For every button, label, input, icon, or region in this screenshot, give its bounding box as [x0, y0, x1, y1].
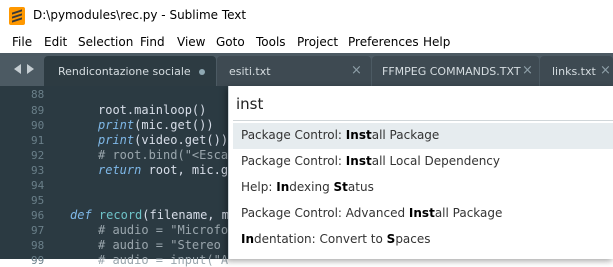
- tab-label: FFMPEG COMMANDS.TXT: [382, 65, 521, 78]
- window-title: D:\pymodules\rec.py - Sublime Text: [33, 8, 247, 22]
- code-line: # audio = "Stereo M: [98, 238, 235, 252]
- line-number-gutter: 88 89 90 91 92 93 94 95 96 97 98 99: [0, 86, 60, 267]
- dirty-dot-icon: [199, 69, 205, 75]
- palette-item-label: Package Control: Advanced Install Packag…: [241, 206, 503, 220]
- code-comment: # audio = "Stereo M: [98, 238, 236, 252]
- line-number: 92: [31, 149, 45, 162]
- line-number: 89: [31, 104, 45, 117]
- menu-goto[interactable]: Goto: [216, 35, 245, 49]
- tab-label: links.txt: [552, 65, 596, 78]
- close-icon[interactable]: ×: [351, 63, 362, 78]
- palette-item[interactable]: Indentation: Convert to Spaces: [233, 227, 613, 253]
- line-number: 96: [31, 209, 45, 222]
- line-number: 93: [31, 164, 45, 177]
- tab-label: Rendicontazione sociale: [58, 65, 191, 78]
- menu-selection[interactable]: Selection: [78, 35, 133, 49]
- code-keyword: print: [98, 118, 135, 132]
- code-function-name: record: [98, 208, 143, 222]
- tab-ffmpeg-commands[interactable]: FFMPEG COMMANDS.TXT ×: [372, 56, 539, 86]
- code-line: print(video.get()): [98, 133, 228, 147]
- code-line: print(mic.get()): [98, 118, 214, 132]
- command-palette-input-wrapper: [233, 89, 613, 121]
- line-number: 98: [31, 239, 45, 252]
- palette-item[interactable]: Package Control: Install Package: [233, 123, 613, 149]
- code-comment: # audio = "Microfon: [98, 223, 236, 237]
- code-text: root.mainloop(): [98, 103, 207, 117]
- menu-file[interactable]: File: [12, 35, 32, 49]
- tab-nav-left-icon[interactable]: [14, 64, 21, 74]
- close-icon[interactable]: ×: [600, 63, 611, 78]
- tab-rendicontazione-sociale[interactable]: Rendicontazione sociale: [44, 56, 216, 86]
- code-comment: # root.bind("<Escap: [98, 148, 236, 162]
- code-text: root, mic.ge: [141, 163, 236, 177]
- line-number: 99: [31, 254, 45, 267]
- line-number: 94: [31, 179, 45, 192]
- tab-esiti-txt[interactable]: esiti.txt ×: [217, 56, 371, 86]
- title-bar: D:\pymodules\rec.py - Sublime Text: [0, 0, 613, 33]
- code-text: (video.get()): [134, 133, 229, 147]
- palette-item[interactable]: Package Control: Advanced Install Packag…: [233, 201, 613, 227]
- line-number: 95: [31, 194, 45, 207]
- code-keyword: print: [98, 133, 135, 147]
- palette-item-label: Indentation: Convert to Spaces: [241, 232, 431, 246]
- menu-view[interactable]: View: [177, 35, 205, 49]
- menu-find[interactable]: Find: [140, 35, 165, 49]
- close-icon[interactable]: ×: [522, 63, 533, 78]
- code-line: return root, mic.ge: [98, 163, 235, 177]
- menu-preferences[interactable]: Preferences: [348, 35, 419, 49]
- line-number: 90: [31, 119, 45, 132]
- tab-links-txt[interactable]: links.txt ×: [540, 56, 613, 86]
- palette-item-label: Help: Indexing Status: [241, 180, 374, 194]
- command-palette-input[interactable]: [236, 89, 606, 119]
- code-line: # audio = "Microfon: [98, 223, 235, 237]
- palette-item[interactable]: Help: Indexing Status: [233, 175, 613, 201]
- tab-label: esiti.txt: [229, 65, 271, 78]
- palette-item-label: Package Control: Install Local Dependenc…: [241, 154, 501, 168]
- menu-edit[interactable]: Edit: [44, 35, 67, 49]
- code-text: (mic.get()): [134, 118, 214, 132]
- menu-help[interactable]: Help: [423, 35, 450, 49]
- tab-nav-right-icon[interactable]: [27, 64, 34, 74]
- palette-item[interactable]: Package Control: Install Local Dependenc…: [233, 149, 613, 175]
- command-palette: Package Control: Install Package Package…: [228, 86, 613, 259]
- code-text: (filename, mi: [142, 208, 237, 222]
- code-line: root.mainloop(): [98, 103, 206, 117]
- tab-bar: Rendicontazione sociale esiti.txt × FFMP…: [0, 53, 613, 86]
- code-line: # audio = input("A: [98, 253, 228, 267]
- menu-tools[interactable]: Tools: [256, 35, 286, 49]
- code-line: # root.bind("<Escap: [98, 148, 235, 162]
- code-keyword: def: [70, 208, 92, 222]
- menu-project[interactable]: Project: [297, 35, 338, 49]
- menu-bar: File Edit Selection Find View Goto Tools…: [0, 33, 613, 53]
- line-number: 88: [31, 88, 45, 101]
- line-number: 97: [31, 224, 45, 237]
- code-line: def record(filename, mi: [70, 208, 236, 222]
- code-comment: # audio = input("A: [98, 253, 229, 267]
- palette-item-label: Package Control: Install Package: [241, 128, 440, 142]
- code-keyword: return: [98, 163, 142, 177]
- line-number: 91: [31, 134, 45, 147]
- sublime-text-logo-icon: [9, 7, 25, 25]
